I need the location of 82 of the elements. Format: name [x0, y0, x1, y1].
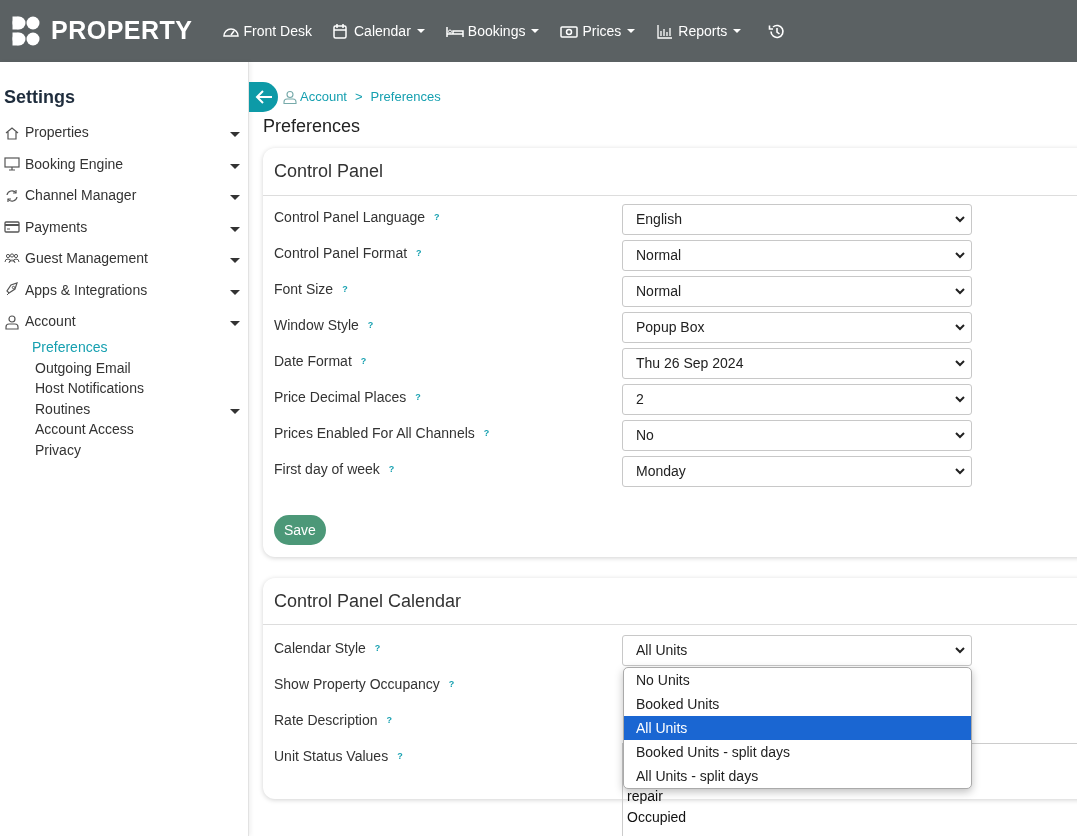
field-label: Rate Description [274, 711, 378, 730]
caret-down-icon [230, 289, 240, 295]
logo-text: PROPERTY [51, 15, 193, 47]
caret-down-icon [732, 28, 743, 34]
sidebar-item[interactable]: Guest Management [4, 243, 248, 275]
chevron-down-icon [955, 468, 965, 475]
chevron-down-icon [955, 324, 965, 331]
dropdown-option[interactable]: All Units [624, 716, 971, 740]
person-icon [4, 313, 20, 330]
select-field[interactable]: Normal [622, 276, 972, 307]
caret-down-icon [230, 321, 240, 327]
select-field[interactable]: Popup Box [622, 312, 972, 343]
select-field[interactable]: All Units [622, 635, 972, 666]
chevron-down-icon [955, 432, 965, 439]
field-label: Window Style [274, 316, 359, 335]
monitor-icon [4, 156, 20, 173]
nav-link[interactable]: Bookings [445, 20, 541, 42]
field-label: Date Format [274, 352, 352, 371]
sidebar-subitem[interactable]: Routines [4, 399, 248, 420]
field-label: Prices Enabled For All Channels [274, 424, 475, 443]
sidebar-subitem[interactable]: Host Notifications [4, 378, 248, 399]
chevron-down-icon [955, 216, 965, 223]
card-title: Control Panel Calendar [274, 589, 462, 613]
credit-card-icon [4, 219, 20, 236]
sidebar-subitem[interactable]: Account Access [4, 419, 248, 440]
dropdown-option[interactable]: Booked Units [624, 692, 971, 716]
caret-down-icon [626, 28, 637, 34]
caret-down-icon [230, 195, 240, 201]
nav-link[interactable]: Reports [656, 20, 743, 42]
chevron-down-icon [955, 396, 965, 403]
dropdown-option[interactable]: Booked Units - split days [624, 740, 971, 764]
caret-down-icon [530, 28, 541, 34]
sidebar-title: Settings [4, 86, 76, 109]
arrow-left-icon [254, 89, 273, 105]
sidebar-item[interactable]: Properties [4, 117, 248, 149]
select-field[interactable]: English [622, 204, 972, 235]
chevron-down-icon [955, 288, 965, 295]
back-button[interactable] [249, 82, 278, 112]
caret-down-icon [230, 408, 240, 414]
caret-down-icon [230, 258, 240, 264]
chevron-down-icon [955, 360, 965, 367]
caret-down-icon [230, 132, 240, 138]
field-label: First day of week [274, 460, 380, 479]
select-field[interactable]: Monday [622, 456, 972, 487]
dropdown-option[interactable]: No Units [624, 668, 971, 692]
field-label: Font Size [274, 280, 334, 299]
chevron-down-icon [955, 252, 965, 259]
sidebar-item[interactable]: Account [4, 306, 248, 338]
person-icon [283, 90, 297, 104]
caret-down-icon [415, 28, 426, 34]
field-label: Control Panel Format [274, 244, 408, 263]
select-field[interactable]: Thu 26 Sep 2024 [622, 348, 972, 379]
field-label: Calendar Style [274, 639, 366, 658]
sync-icon [4, 187, 20, 204]
banknote-icon [560, 23, 579, 39]
sidebar-subitem[interactable]: Privacy [4, 440, 248, 461]
calendar-icon [332, 23, 350, 39]
nav-link[interactable]: Prices [560, 20, 637, 42]
field-label: Price Decimal Places [274, 388, 407, 407]
nav-link[interactable]: Front Desk [221, 20, 312, 42]
select-field[interactable]: No [622, 420, 972, 451]
sidebar-item[interactable]: Apps & Integrations [4, 274, 248, 306]
sidebar-item[interactable]: Payments [4, 211, 248, 243]
sidebar-item[interactable]: Channel Manager [4, 180, 248, 212]
field-label: Control Panel Language [274, 208, 425, 227]
caret-down-icon [230, 163, 240, 169]
bar-chart-icon [656, 23, 675, 39]
logo-icon [12, 16, 40, 46]
field-label: Show Property Occupancy [274, 675, 440, 694]
nav-link[interactable]: Calendar [332, 20, 426, 42]
chevron-down-icon [955, 647, 965, 654]
dropdown-option[interactable]: All Units - split days [624, 764, 971, 788]
card-title: Control Panel [274, 160, 384, 183]
caret-down-icon [230, 226, 240, 232]
sidebar-subitem[interactable]: Outgoing Email [4, 358, 248, 379]
sidebar-item[interactable]: Booking Engine [4, 148, 248, 180]
history-icon [767, 22, 785, 40]
select-field[interactable]: Normal [622, 240, 972, 271]
page-title: Preferences [263, 115, 362, 138]
select-field[interactable]: 2 [622, 384, 972, 415]
breadcrumb-separator: > [355, 88, 363, 107]
field-label: Unit Status Values [274, 747, 389, 766]
